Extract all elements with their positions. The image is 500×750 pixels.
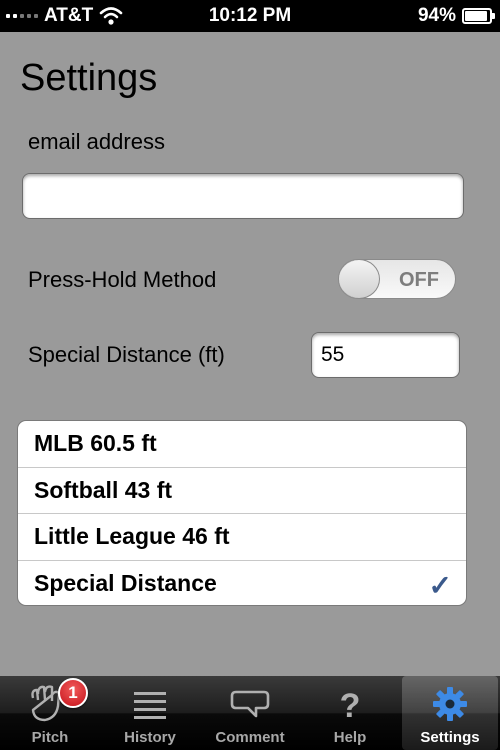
tab-bar: 1 Pitch History Comment ? Help Settings (0, 676, 500, 750)
distance-options-list: MLB 60.5 ft Softball 43 ft Little League… (17, 420, 467, 606)
tab-label: History (124, 729, 176, 746)
option-mlb[interactable]: MLB 60.5 ft (18, 421, 466, 468)
tab-history[interactable]: History (102, 676, 198, 750)
press-hold-toggle[interactable]: OFF (338, 259, 456, 299)
press-hold-label: Press-Hold Method (28, 267, 217, 292)
settings-screen: Settings email address Press-Hold Method… (0, 32, 500, 676)
checkmark-icon: ✓ (428, 569, 452, 601)
option-label: MLB 60.5 ft (34, 430, 157, 457)
status-right: 94% (417, 5, 495, 27)
tab-comment[interactable]: Comment (202, 676, 298, 750)
tab-help[interactable]: ? Help (302, 676, 398, 750)
special-distance-input[interactable] (311, 332, 460, 378)
option-special-distance[interactable]: Special Distance ✓ (18, 561, 466, 606)
tab-label: Pitch (31, 729, 69, 746)
toggle-state-label: OFF (399, 269, 439, 291)
tab-label: Help (333, 729, 367, 746)
status-bar: AT&T 10:12 PM 94% (0, 0, 500, 32)
toggle-knob (339, 260, 380, 298)
svg-text:?: ? (340, 687, 361, 724)
option-label: Softball 43 ft (34, 476, 173, 503)
battery-icon (462, 8, 495, 24)
battery-percent: 94% (417, 5, 456, 26)
email-input[interactable] (22, 173, 464, 219)
battery-fill (465, 11, 488, 21)
tab-settings[interactable]: Settings (402, 676, 498, 750)
special-distance-label: Special Distance (ft) (28, 342, 225, 367)
option-label: Little League 46 ft (34, 523, 230, 550)
list-icon (134, 692, 166, 719)
tab-label: Settings (420, 729, 480, 746)
tab-pitch[interactable]: 1 Pitch (2, 676, 98, 750)
option-little-league[interactable]: Little League 46 ft (18, 514, 466, 561)
speech-bubble-icon (230, 690, 270, 718)
tab-label: Comment (215, 729, 285, 746)
option-label: Special Distance (34, 570, 217, 597)
page-title: Settings (20, 57, 158, 99)
gear-icon (433, 687, 467, 721)
email-label: email address (28, 129, 165, 154)
notification-badge: 1 (58, 678, 88, 708)
option-softball[interactable]: Softball 43 ft (18, 468, 466, 514)
question-icon: ? (340, 687, 361, 724)
